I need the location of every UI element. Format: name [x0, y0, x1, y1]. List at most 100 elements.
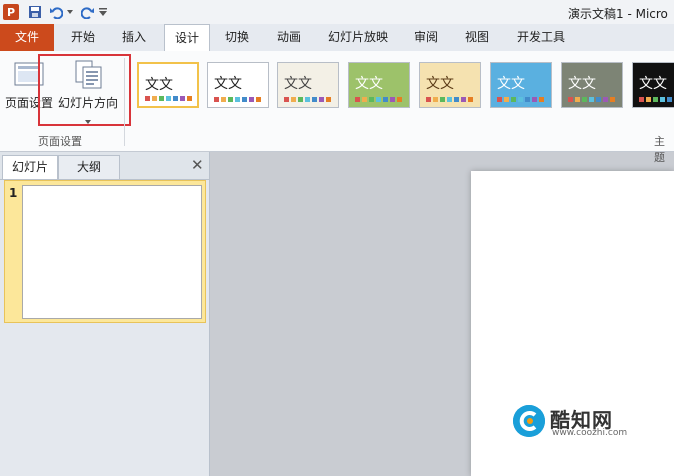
theme-color-swatch — [653, 97, 658, 102]
group-label-page-setup: 页面设置 — [38, 135, 82, 148]
theme-thumbnail[interactable]: 文文 — [137, 62, 199, 108]
theme-thumbnail[interactable]: 文文 — [490, 62, 552, 108]
theme-thumbnail[interactable]: 文文 — [561, 62, 623, 108]
theme-thumbnail[interactable]: 文文 — [419, 62, 481, 108]
theme-color-swatch — [582, 97, 587, 102]
theme-color-swatch — [603, 97, 608, 102]
theme-label: 文文 — [426, 76, 454, 92]
theme-color-swatch — [326, 97, 331, 102]
theme-color-swatch — [159, 96, 164, 101]
theme-color-swatch — [166, 96, 171, 101]
theme-color-swatch — [145, 96, 150, 101]
tab-developer[interactable]: 开发工具 — [508, 24, 574, 51]
theme-color-swatch — [596, 97, 601, 102]
theme-color-swatch — [454, 97, 459, 102]
powerpoint-logo-icon[interactable]: P — [3, 4, 19, 20]
theme-color-swatch — [319, 97, 324, 102]
theme-color-swatch — [355, 97, 360, 102]
slide-number: 1 — [9, 186, 18, 200]
theme-thumbnail[interactable]: 文文 — [632, 62, 674, 108]
watermark-url: www.coozhi.com — [552, 428, 628, 438]
tab-review[interactable]: 审阅 — [405, 24, 447, 51]
theme-color-swatch — [256, 97, 261, 102]
title-bar: P 演示文稿1 - Micro — [0, 0, 674, 25]
document-title: 演示文稿1 - Micro — [568, 7, 668, 21]
theme-color-swatch — [447, 97, 452, 102]
group-separator — [124, 58, 125, 146]
theme-color-swatch — [497, 97, 502, 102]
theme-color-swatch — [390, 97, 395, 102]
theme-color-swatch — [152, 96, 157, 101]
theme-color-swatch — [376, 97, 381, 102]
theme-color-swatch — [235, 97, 240, 102]
theme-color-swatch — [298, 97, 303, 102]
redo-icon[interactable] — [80, 4, 96, 20]
tab-outline[interactable]: 大纲 — [58, 155, 120, 179]
tab-insert[interactable]: 插入 — [113, 24, 155, 51]
theme-color-swatch — [575, 97, 580, 102]
group-label-themes: 主题 — [654, 135, 665, 164]
theme-color-swatch — [242, 97, 247, 102]
theme-color-swatch — [214, 97, 219, 102]
theme-label: 文文 — [145, 77, 173, 93]
slide-thumbnail[interactable] — [22, 185, 202, 319]
theme-color-swatch — [511, 97, 516, 102]
theme-color-swatch — [180, 96, 185, 101]
theme-thumbnail[interactable]: 文文 — [277, 62, 339, 108]
theme-color-swatch — [660, 97, 665, 102]
theme-label: 文文 — [568, 76, 596, 92]
theme-color-swatch — [532, 97, 537, 102]
theme-color-swatch — [187, 96, 192, 101]
theme-color-swatch — [525, 97, 530, 102]
undo-dropdown-icon[interactable] — [66, 4, 74, 20]
theme-color-swatch — [173, 96, 178, 101]
theme-color-swatch — [305, 97, 310, 102]
close-icon[interactable]: ✕ — [191, 156, 204, 174]
theme-thumbnail[interactable]: 文文 — [348, 62, 410, 108]
theme-color-swatch — [426, 97, 431, 102]
tab-slideshow[interactable]: 幻灯片放映 — [320, 24, 396, 51]
theme-color-swatch — [639, 97, 644, 102]
tab-design[interactable]: 设计 — [164, 24, 210, 53]
watermark-logo-icon — [513, 405, 545, 437]
theme-color-swatch — [221, 97, 226, 102]
undo-icon[interactable] — [48, 4, 64, 20]
theme-label: 文文 — [639, 76, 667, 92]
theme-color-swatch — [468, 97, 473, 102]
theme-thumbnail[interactable]: 文文 — [207, 62, 269, 108]
theme-color-swatch — [433, 97, 438, 102]
theme-color-swatch — [539, 97, 544, 102]
theme-label: 文文 — [214, 76, 242, 92]
tab-file[interactable]: 文件 — [0, 24, 54, 51]
save-icon[interactable] — [27, 4, 43, 20]
tab-home[interactable]: 开始 — [62, 24, 104, 51]
tab-transitions[interactable]: 切换 — [216, 24, 258, 51]
theme-color-swatch — [589, 97, 594, 102]
theme-color-swatch — [291, 97, 296, 102]
tab-view[interactable]: 视图 — [456, 24, 498, 51]
tab-animations[interactable]: 动画 — [268, 24, 310, 51]
ribbon-tab-bar: 文件 开始 插入 设计 切换 动画 幻灯片放映 审阅 视图 开发工具 — [0, 24, 674, 53]
tab-slides[interactable]: 幻灯片 — [2, 155, 58, 179]
theme-color-swatch — [440, 97, 445, 102]
theme-color-swatch — [461, 97, 466, 102]
theme-color-swatch — [646, 97, 651, 102]
highlight-box — [38, 54, 131, 126]
theme-label: 文文 — [497, 76, 525, 92]
theme-color-swatch — [568, 97, 573, 102]
theme-color-swatch — [383, 97, 388, 102]
theme-color-swatch — [284, 97, 289, 102]
theme-color-swatch — [610, 97, 615, 102]
customize-toolbar-icon[interactable] — [98, 4, 108, 20]
theme-color-swatch — [228, 97, 233, 102]
theme-color-swatch — [518, 97, 523, 102]
theme-color-swatch — [369, 97, 374, 102]
theme-color-swatch — [504, 97, 509, 102]
theme-label: 文文 — [355, 76, 383, 92]
theme-color-swatch — [397, 97, 402, 102]
theme-color-swatch — [667, 97, 672, 102]
theme-color-swatch — [362, 97, 367, 102]
theme-color-swatch — [249, 97, 254, 102]
theme-color-swatch — [312, 97, 317, 102]
panel-tab-bar: 幻灯片 大纲 — [0, 152, 209, 180]
